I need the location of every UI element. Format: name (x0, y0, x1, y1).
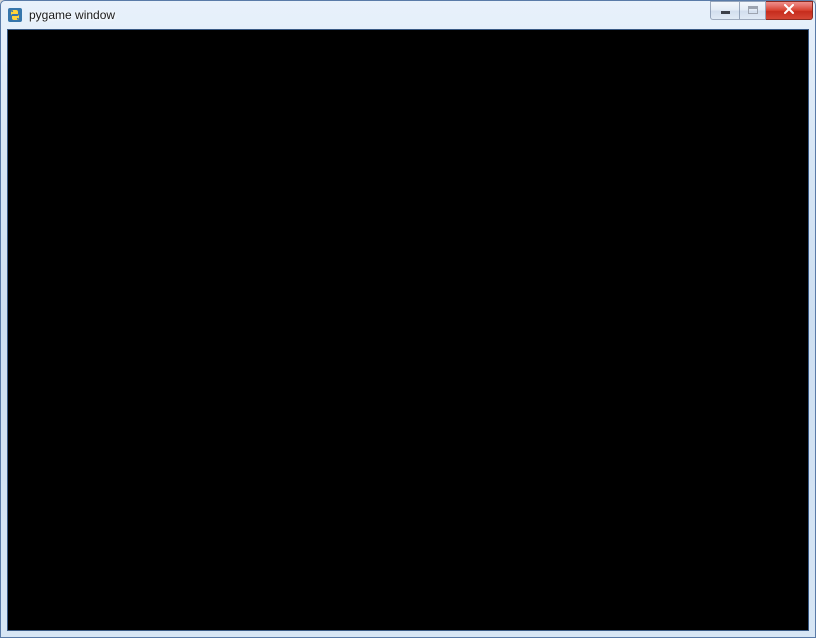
close-button[interactable] (766, 1, 813, 20)
window-controls (710, 1, 813, 29)
window-title: pygame window (29, 8, 710, 22)
app-icon (7, 7, 23, 23)
minimize-button[interactable] (710, 1, 739, 20)
minimize-icon (721, 11, 730, 14)
titlebar[interactable]: pygame window (1, 1, 815, 29)
application-window: pygame window (0, 0, 816, 638)
close-icon (783, 1, 795, 19)
maximize-button[interactable] (739, 1, 766, 20)
maximize-icon (748, 6, 758, 14)
client-area (7, 29, 809, 631)
